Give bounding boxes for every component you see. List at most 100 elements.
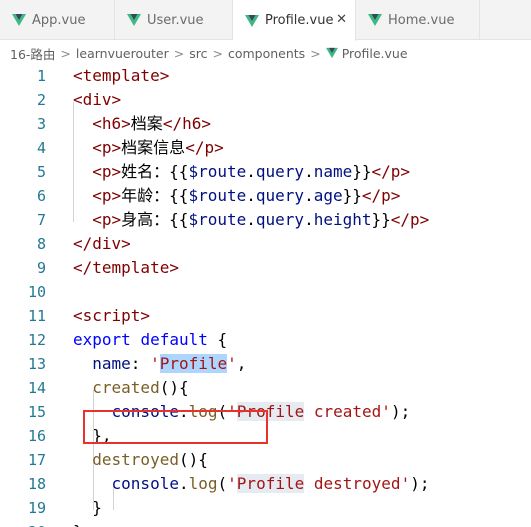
code-token: 档案 xyxy=(130,114,163,133)
code-token: </p> xyxy=(371,162,411,181)
code-token: } xyxy=(73,522,83,527)
line-number: 19 xyxy=(27,499,46,517)
code-line[interactable]: 3 <h6>档案</h6> xyxy=(0,112,531,136)
code-line[interactable]: 17 destroyed(){ xyxy=(0,448,531,472)
code-token: <p> xyxy=(92,162,122,181)
code-line[interactable]: 12 export default { xyxy=(0,328,531,352)
line-number: 4 xyxy=(36,139,46,157)
line-number: 13 xyxy=(27,355,46,373)
tab-label: App.vue xyxy=(32,12,86,28)
code-token: 年龄：{{ xyxy=(121,186,189,205)
code-text: </template> xyxy=(73,256,179,280)
code-token: 姓名：{{ xyxy=(121,162,189,181)
editor-tab-bar: App.vue User.vue Profile.vue ✕ Home.vue xyxy=(0,0,531,41)
tab-profile-vue[interactable]: Profile.vue ✕ xyxy=(233,0,356,41)
code-token: $route xyxy=(188,186,247,205)
code-text: <template> xyxy=(73,64,169,88)
code-token: . xyxy=(304,210,314,229)
code-line[interactable]: 11 <script> xyxy=(0,304,531,328)
line-number: 16 xyxy=(27,427,46,445)
code-token: }} xyxy=(352,162,372,181)
code-line[interactable]: 1 <template> xyxy=(0,64,531,88)
breadcrumb-item-project[interactable]: 16-路由 xyxy=(10,44,55,63)
tab-user-vue[interactable]: User.vue xyxy=(115,0,233,40)
code-line[interactable]: 14 created(){ xyxy=(0,376,531,400)
code-token: <div> xyxy=(73,90,122,109)
code-token: }} xyxy=(371,210,391,229)
breadcrumb-item-folder[interactable]: learnvuerouter xyxy=(76,46,169,61)
tab-label: User.vue xyxy=(147,12,204,28)
code-line[interactable]: 19 } xyxy=(0,496,531,520)
code-token: ' xyxy=(227,474,237,493)
code-token: </p> xyxy=(390,210,430,229)
line-number: 6 xyxy=(36,187,46,205)
breadcrumb-item-file[interactable]: Profile.vue xyxy=(342,46,408,61)
code-token: ); xyxy=(390,402,411,421)
code-token: query xyxy=(255,210,305,229)
code-token: 身高：{{ xyxy=(121,210,189,229)
code-token: created xyxy=(92,378,160,397)
code-token: : xyxy=(130,354,151,373)
line-number: 12 xyxy=(27,331,46,349)
code-token: query xyxy=(255,186,305,205)
code-line[interactable]: 6 <p>年龄：{{$route.query.age}}</p> xyxy=(0,184,531,208)
breadcrumb-item-src[interactable]: src xyxy=(189,46,207,61)
code-token: height xyxy=(313,210,372,229)
line-number: 11 xyxy=(27,307,46,325)
code-token: 档案信息 xyxy=(121,138,186,157)
code-line[interactable]: 20} xyxy=(0,520,531,527)
code-token: }} xyxy=(342,186,362,205)
line-number: 5 xyxy=(36,163,46,181)
code-line[interactable]: 5 <p>姓名：{{$route.query.name}}</p> xyxy=(0,160,531,184)
code-line[interactable]: 2 <div> xyxy=(0,88,531,112)
code-token: console xyxy=(111,474,179,493)
code-line[interactable]: 7 <p>身高：{{$route.query.height}}</p> xyxy=(0,208,531,232)
tab-label: Home.vue xyxy=(388,12,455,28)
code-text: } xyxy=(73,496,102,520)
code-token: } xyxy=(73,498,102,517)
tab-app-vue[interactable]: App.vue xyxy=(0,0,115,40)
code-token: (){ xyxy=(178,450,208,469)
code-token: <p> xyxy=(92,186,122,205)
tab-home-vue[interactable]: Home.vue xyxy=(356,0,480,40)
breadcrumb-item-components[interactable]: components xyxy=(228,46,305,61)
code-line[interactable]: 18 console.log('Profile destroyed'); xyxy=(0,472,531,496)
code-token: export xyxy=(73,330,131,349)
code-text: created(){ xyxy=(73,376,188,400)
code-editor[interactable]: 1 <template> 2 <div> 3 <h6>档案</h6> 4 <p>档案信息<… xyxy=(0,64,531,527)
code-token: query xyxy=(255,162,305,181)
code-token: ' xyxy=(227,354,237,373)
code-token: <template> xyxy=(73,66,170,85)
code-token: <p> xyxy=(92,210,122,229)
line-number: 9 xyxy=(36,259,46,277)
vue-file-icon xyxy=(245,14,259,27)
code-text: destroyed(){ xyxy=(73,448,208,472)
code-line[interactable]: 10 xyxy=(0,280,531,304)
close-icon[interactable]: ✕ xyxy=(336,12,347,27)
code-token: . xyxy=(246,210,256,229)
code-token: log xyxy=(188,474,218,493)
code-line[interactable]: 13 name: 'Profile', xyxy=(0,352,531,376)
code-token: </p> xyxy=(185,138,224,157)
code-token: default xyxy=(140,330,208,349)
code-token: age xyxy=(313,186,343,205)
line-number: 15 xyxy=(27,403,46,421)
line-number: 7 xyxy=(36,211,46,229)
code-line[interactable]: 4 <p>档案信息</p> xyxy=(0,136,531,160)
line-number: 20 xyxy=(0,520,46,527)
line-number: 8 xyxy=(36,235,46,253)
code-line[interactable]: 8 </div> xyxy=(0,232,531,256)
breadcrumb-separator: > xyxy=(212,45,223,61)
code-text: <p>年龄：{{$route.query.age}}</p> xyxy=(73,184,400,208)
tab-label: Profile.vue xyxy=(265,13,334,28)
code-token: . xyxy=(178,474,189,493)
code-token: $route xyxy=(188,210,247,229)
code-line[interactable]: 9 </template> xyxy=(0,256,531,280)
